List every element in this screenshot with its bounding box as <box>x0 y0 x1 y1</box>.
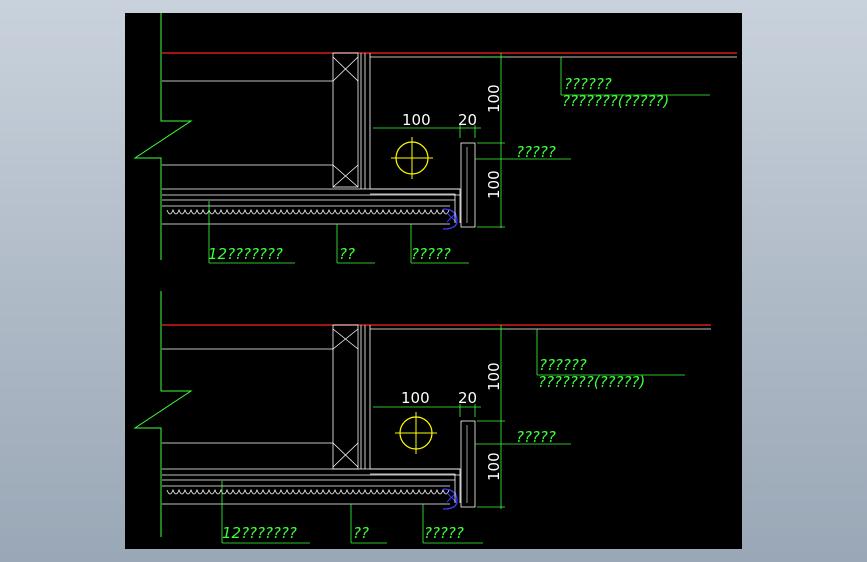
dim-20: 20 <box>458 111 477 129</box>
angle-line <box>370 473 456 503</box>
note-mid: ?? <box>353 524 369 542</box>
dim-100-lower: 100 <box>485 170 503 199</box>
note-mid: ?? <box>339 245 355 263</box>
note-ceiling-b: ???????(?????) <box>538 373 645 391</box>
dim-100-lower: 100 <box>485 452 503 481</box>
wall-break-line <box>133 13 193 260</box>
blocking-box <box>332 52 359 188</box>
dim-20: 20 <box>458 389 477 407</box>
note-side: ????? <box>516 428 556 446</box>
note-ceiling-a: ?????? <box>539 356 587 374</box>
note-ceiling-b: ???????(?????) <box>562 92 669 110</box>
note-board: 12??????? <box>208 245 283 263</box>
blocking-box <box>332 324 359 470</box>
dim-100-upper: 100 <box>485 84 503 113</box>
note-board: 12??????? <box>222 524 297 542</box>
note-ceiling-a: ?????? <box>564 75 612 93</box>
side-panel <box>460 142 476 228</box>
ceiling-detail-1: 100 20 100 100 ?????? ???????(?????) ???… <box>133 13 737 264</box>
cad-drawing-canvas: 100 20 100 100 ?????? ???????(?????) ???… <box>125 13 742 549</box>
dim-100-upper: 100 <box>485 362 503 391</box>
note-trim: ????? <box>424 524 464 542</box>
dim-100-horizontal: 100 <box>402 111 431 129</box>
dim-100-horizontal: 100 <box>401 389 430 407</box>
wall-break-line <box>133 291 193 537</box>
insulation-wave <box>166 488 450 495</box>
ceiling-detail-2: 100 20 100 100 ?????? ???????(?????) ???… <box>133 291 711 544</box>
note-side: ????? <box>516 143 556 161</box>
side-panel <box>460 420 476 508</box>
note-trim: ????? <box>411 245 451 263</box>
angle-line <box>370 193 456 223</box>
